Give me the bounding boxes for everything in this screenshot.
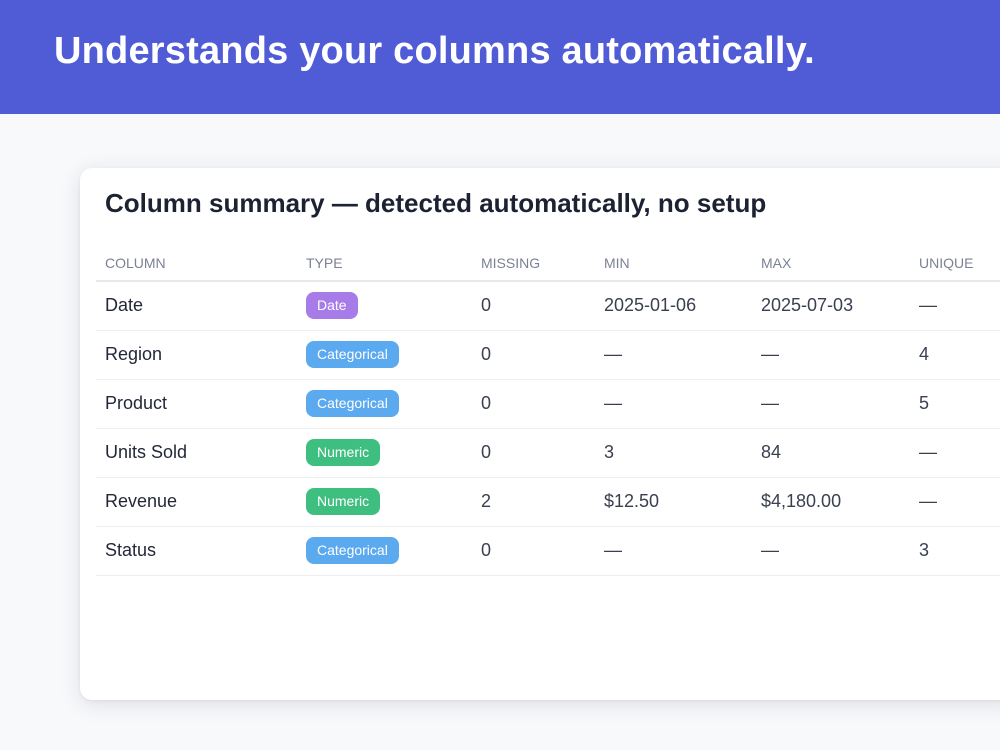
cell-column-name: Region	[96, 330, 297, 380]
type-badge: Categorical	[306, 537, 399, 564]
type-badge: Categorical	[306, 390, 399, 417]
cell-unique: 3	[910, 526, 1000, 576]
cell-max: 2025-07-03	[752, 281, 910, 331]
table-row: Product Categorical 0 — — 5	[96, 379, 1000, 429]
cell-column-name: Revenue	[96, 477, 297, 527]
cell-unique: —	[910, 477, 1000, 527]
cell-missing: 0	[472, 330, 595, 380]
cell-type: Numeric	[297, 428, 472, 478]
cell-min: $12.50	[595, 477, 752, 527]
cell-max: $4,180.00	[752, 477, 910, 527]
cell-missing: 0	[472, 526, 595, 576]
type-badge: Categorical	[306, 341, 399, 368]
cell-type: Numeric	[297, 477, 472, 527]
header-unique: UNIQUE	[910, 246, 1000, 282]
cell-column-name: Status	[96, 526, 297, 576]
table-header-row: COLUMN TYPE MISSING MIN MAX UNIQUE	[96, 246, 1000, 282]
cell-type: Categorical	[297, 379, 472, 429]
cell-missing: 2	[472, 477, 595, 527]
header-min: MIN	[595, 246, 752, 282]
cell-missing: 0	[472, 379, 595, 429]
column-summary-table: COLUMN TYPE MISSING MIN MAX UNIQUE Date …	[96, 246, 1000, 576]
cell-min: 3	[595, 428, 752, 478]
table-row: Units Sold Numeric 0 3 84 —	[96, 428, 1000, 478]
cell-min: —	[595, 379, 752, 429]
type-badge: Numeric	[306, 488, 381, 515]
cell-column-name: Units Sold	[96, 428, 297, 478]
header-missing: MISSING	[472, 246, 595, 282]
cell-max: —	[752, 379, 910, 429]
cell-missing: 0	[472, 281, 595, 331]
column-summary-card: Column summary — detected automatically,…	[80, 168, 1000, 700]
table-row: Revenue Numeric 2 $12.50 $4,180.00 —	[96, 477, 1000, 527]
card-title: Column summary — detected automatically,…	[105, 188, 767, 218]
cell-type: Categorical	[297, 330, 472, 380]
cell-column-name: Product	[96, 379, 297, 429]
header-column: COLUMN	[96, 246, 297, 282]
hero-banner: Understands your columns automatically.	[0, 0, 1000, 114]
cell-unique: 4	[910, 330, 1000, 380]
cell-unique: —	[910, 428, 1000, 478]
type-badge: Numeric	[306, 439, 381, 466]
cell-type: Date	[297, 281, 472, 331]
table-row: Date Date 0 2025-01-06 2025-07-03 —	[96, 281, 1000, 331]
table-row: Region Categorical 0 — — 4	[96, 330, 1000, 380]
cell-missing: 0	[472, 428, 595, 478]
cell-unique: —	[910, 281, 1000, 331]
cell-min: —	[595, 330, 752, 380]
type-badge: Date	[306, 292, 358, 320]
cell-type: Categorical	[297, 526, 472, 576]
cell-min: —	[595, 526, 752, 576]
header-max: MAX	[752, 246, 910, 282]
cell-min: 2025-01-06	[595, 281, 752, 331]
cell-column-name: Date	[96, 281, 297, 331]
table-row: Status Categorical 0 — — 3	[96, 526, 1000, 576]
header-type: TYPE	[297, 246, 472, 282]
cell-unique: 5	[910, 379, 1000, 429]
hero-title: Understands your columns automatically.	[54, 30, 815, 72]
cell-max: 84	[752, 428, 910, 478]
cell-max: —	[752, 330, 910, 380]
cell-max: —	[752, 526, 910, 576]
